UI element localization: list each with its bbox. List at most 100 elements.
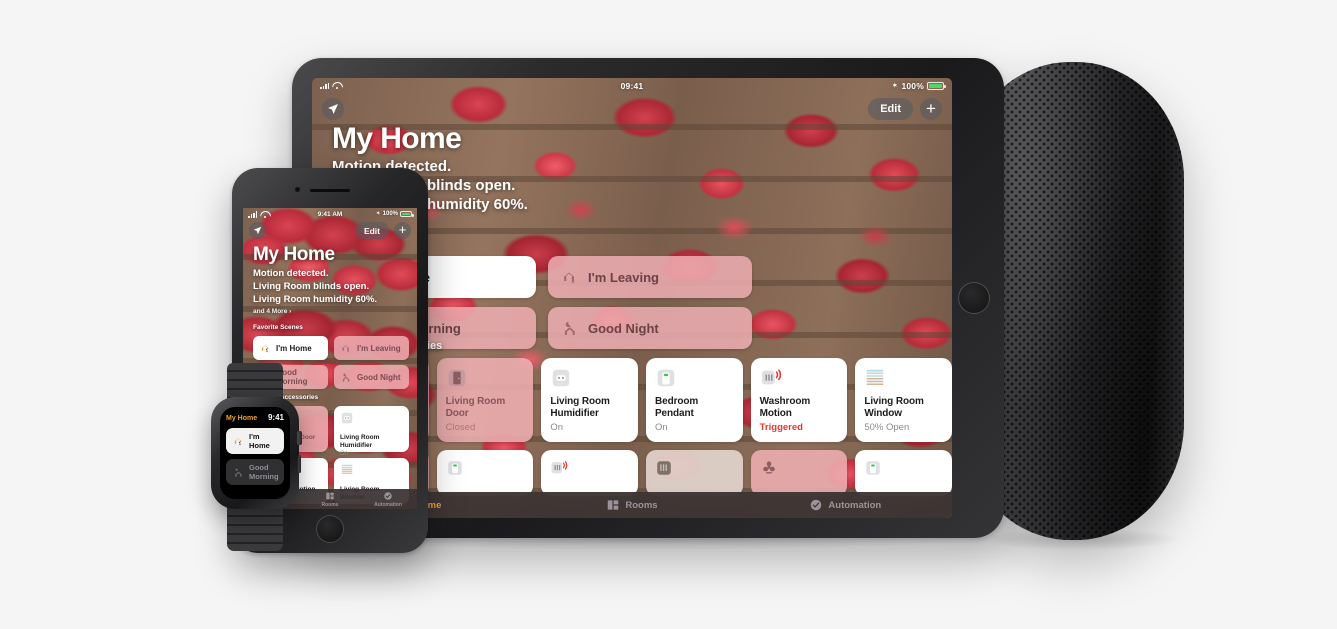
outlet-icon — [550, 367, 572, 389]
edit-button[interactable]: Edit — [354, 222, 389, 239]
page-title: My Home — [253, 244, 335, 265]
earpiece-speaker — [310, 189, 350, 193]
status-line-0: Motion detected. — [253, 268, 329, 279]
scene-label: I'm Home — [276, 343, 312, 353]
iphone-status-time: 9:41 AM — [317, 210, 343, 218]
switch-icon — [655, 367, 677, 389]
ipad-status-time: 09:41 — [620, 80, 644, 91]
accessory-tile[interactable] — [541, 450, 638, 496]
location-arrow-icon[interactable] — [322, 98, 344, 120]
accessory-name: Living Room Humidifier — [340, 434, 380, 450]
fan-icon — [762, 461, 775, 474]
digital-crown[interactable] — [297, 431, 302, 445]
accessory-name: Living Room Humidifier — [550, 396, 610, 420]
add-button[interactable]: + — [920, 98, 942, 120]
tab-automation[interactable]: Automation — [359, 491, 417, 508]
house-person-icon — [234, 437, 242, 445]
accessory-status: Closed — [445, 422, 476, 434]
ipad-home-button[interactable] — [958, 282, 990, 314]
status-line-2: Living Room humidity 60%. — [253, 293, 378, 305]
scene-good-night[interactable]: Good Night — [334, 365, 409, 389]
watch-screen: My Home 9:41 I'm Home Good Morning — [220, 407, 290, 499]
tab-label: Automation — [828, 499, 882, 511]
scene-label: I'm Leaving — [357, 343, 401, 353]
tab-rooms[interactable]: Rooms — [301, 491, 359, 508]
switch-icon — [447, 461, 462, 475]
accessory-name: Living Room Door — [445, 396, 506, 420]
accessory-name: Living Room Window — [864, 396, 924, 420]
front-camera-icon — [295, 187, 300, 192]
scenes-section-label: Favorite Scenes — [253, 324, 303, 331]
watch-app-title: My Home — [226, 415, 258, 422]
iphone-nav-bar: Edit + — [354, 222, 411, 239]
watch-header: My Home 9:41 — [226, 413, 284, 422]
door-icon — [446, 367, 468, 389]
accessory-tile[interactable]: Living Room Window 50% Open — [855, 358, 952, 442]
scene-label: I'm Home — [249, 432, 270, 450]
scene-im-home[interactable]: I'm Home — [253, 336, 328, 360]
scene-im-home[interactable]: I'm Home — [226, 428, 284, 454]
automation-icon — [811, 499, 822, 511]
accessory-tile[interactable] — [750, 450, 848, 496]
status-line-1: Living Room blinds open. — [253, 280, 370, 292]
moon-house-icon — [564, 321, 575, 335]
accessory-tile[interactable] — [645, 450, 743, 496]
blinds-icon — [341, 464, 353, 474]
moon-house-icon — [342, 372, 350, 382]
scene-label: Good Morning — [249, 463, 279, 481]
accessory-tile[interactable]: Washroom Motion Triggered — [750, 358, 848, 442]
accessory-tile[interactable]: Bedroom Pendant On — [645, 358, 743, 442]
home-status-summary: Motion detected. Living Room blinds open… — [253, 268, 377, 306]
ipad-status-bar: 09:41 ✶ 100% — [312, 78, 952, 93]
motion-sensor-icon — [760, 367, 782, 389]
scene-good-night[interactable]: Good Night — [548, 307, 752, 349]
outlet-icon — [341, 412, 353, 424]
tab-rooms[interactable]: Rooms — [525, 498, 738, 512]
accessory-name: Bedroom Pendant — [654, 396, 699, 420]
tab-label: Automation — [374, 501, 402, 508]
scene-label: I'm Leaving — [588, 269, 659, 285]
accessory-status: Triggered — [759, 422, 803, 434]
watch-side-button[interactable] — [297, 455, 301, 473]
sun-house-icon — [235, 468, 242, 477]
accessory-status: On — [654, 422, 668, 434]
motion-sensor-icon — [551, 460, 568, 474]
accessory-status: On — [340, 451, 349, 458]
scene-label: Good Night — [357, 372, 401, 382]
accessory-tile[interactable]: Living Room Humidifier On — [541, 358, 638, 442]
tab-label: Rooms — [625, 499, 658, 511]
edit-button[interactable]: Edit — [868, 98, 913, 120]
add-button[interactable]: + — [394, 222, 411, 239]
accessory-name: Washroom Motion — [759, 396, 811, 420]
battery-icon — [927, 81, 946, 90]
scene-im-leaving[interactable]: I'm Leaving — [548, 256, 752, 298]
and-more-link[interactable]: and 4 More › — [253, 308, 291, 315]
battery-icon — [400, 211, 414, 218]
scene-im-leaving[interactable]: I'm Leaving — [334, 336, 409, 360]
blinds-small-icon — [657, 461, 671, 475]
rooms-icon — [326, 492, 334, 499]
watch-time: 9:41 — [267, 413, 284, 422]
scene-good-morning[interactable]: Good Morning — [226, 459, 284, 485]
tab-label: Rooms — [321, 501, 339, 508]
accessory-tile[interactable] — [436, 450, 534, 496]
accessory-tile[interactable]: Living Room Humidifier On — [334, 406, 409, 457]
iphone-home-button[interactable] — [316, 515, 344, 543]
house-walking-icon — [342, 344, 350, 352]
page-title: My Home — [332, 122, 462, 155]
tab-automation[interactable]: Automation — [739, 498, 952, 512]
automation-icon — [384, 491, 392, 500]
accessory-tile[interactable] — [855, 450, 952, 496]
iphone-status-bar: 9:41 AM ✶ 100% — [243, 208, 417, 220]
house-person-icon — [261, 344, 269, 352]
accessory-status: 50% Open — [864, 422, 910, 434]
switch-icon — [866, 461, 881, 475]
watch-body: My Home 9:41 I'm Home Good Morning — [211, 397, 302, 509]
apple-watch-device: My Home 9:41 I'm Home Good Morning — [205, 363, 305, 551]
location-arrow-icon[interactable] — [249, 222, 266, 239]
accessory-status: On — [550, 422, 564, 434]
rooms-icon — [608, 500, 619, 510]
house-walking-icon — [564, 272, 575, 283]
accessory-tile[interactable]: Living Room Door Closed — [436, 358, 534, 442]
scene-label: Good Night — [588, 320, 659, 336]
